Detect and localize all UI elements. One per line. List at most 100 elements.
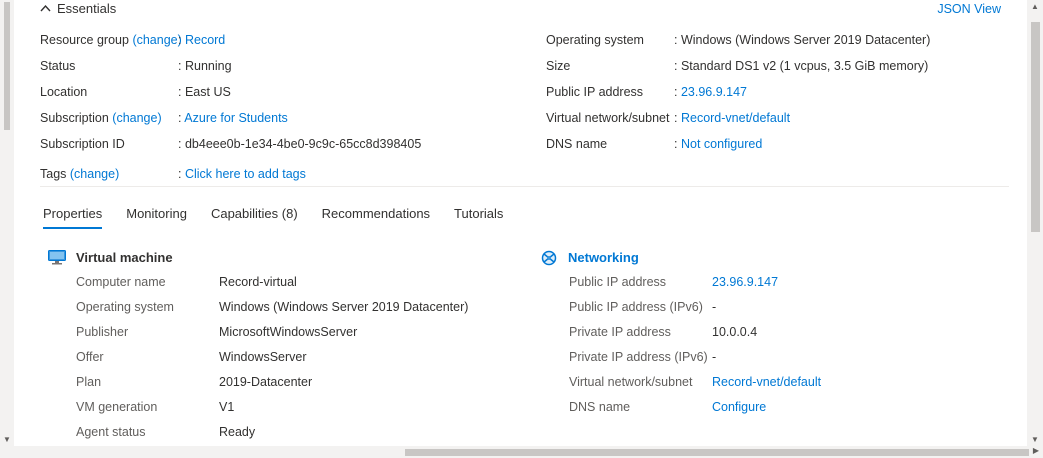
tab-bar: Properties Monitoring Capabilities (8) Reco… <box>43 206 503 229</box>
property-value: MicrosoftWindowsServer <box>219 325 358 339</box>
property-label: Public IP address (IPv6) <box>569 300 703 314</box>
change-link[interactable]: (change) <box>70 167 119 181</box>
essentials-label: Virtual network/subnet <box>546 111 670 125</box>
essentials-value: : 23.96.9.147 <box>674 79 747 105</box>
virtual-machine-section-header: Virtual machine <box>48 250 173 265</box>
essentials-value: : Not configured <box>674 131 762 157</box>
essentials-value-text[interactable]: Not configured <box>681 137 762 151</box>
essentials-label: Size <box>546 59 571 73</box>
left-scroll-gutter[interactable]: ▼ <box>0 0 14 446</box>
scroll-down-arrow-icon[interactable]: ▼ <box>1031 435 1039 444</box>
property-value[interactable]: 23.96.9.147 <box>712 270 778 295</box>
essentials-separator: : <box>674 85 678 99</box>
essentials-separator: : <box>178 59 182 73</box>
essentials-value-text[interactable]: Record-vnet/default <box>681 111 790 125</box>
property-value: WindowsServer <box>219 350 307 364</box>
essentials-separator: : <box>674 33 678 47</box>
essentials-value: : Windows (Windows Server 2019 Datacente… <box>674 27 930 53</box>
essentials-label-text: Location <box>40 85 88 99</box>
essentials-value-text: Windows (Windows Server 2019 Datacenter) <box>680 33 931 47</box>
networking-section-header[interactable]: Networking <box>540 250 639 266</box>
essentials-separator: : <box>674 137 678 151</box>
essentials-label: Subscription ID <box>40 131 125 157</box>
networking-title: Networking <box>568 250 639 265</box>
vertical-scrollbar[interactable]: ▲ ▼ <box>1027 0 1043 446</box>
essentials-separator: : <box>178 33 182 47</box>
essentials-label: Resource group (change) <box>40 27 182 53</box>
property-label: Public IP address <box>569 275 667 289</box>
property-label: VM generation <box>76 400 158 414</box>
tab-tutorials[interactable]: Tutorials <box>454 206 503 229</box>
essentials-label-text: Resource group <box>40 33 129 47</box>
horizontal-scroll-thumb[interactable] <box>405 449 1029 456</box>
property-label: Offer <box>76 350 104 364</box>
essentials-value-text[interactable]: Click here to add tags <box>185 167 306 181</box>
scroll-down-arrow-icon[interactable]: ▼ <box>3 435 11 444</box>
property-label: Computer name <box>76 275 166 289</box>
tab-monitoring[interactable]: Monitoring <box>126 206 187 229</box>
essentials-value: : Azure for Students <box>178 105 288 131</box>
essentials-label: DNS name <box>546 137 608 151</box>
left-scroll-thumb[interactable] <box>4 2 10 130</box>
essentials-value-text[interactable]: Azure for Students <box>184 111 288 125</box>
essentials-row: DNS name: Not configured <box>546 131 1006 157</box>
property-value: - <box>712 350 717 364</box>
property-label: Private IP address (IPv6) <box>569 350 708 364</box>
property-label: DNS name <box>569 400 631 414</box>
essentials-row: Resource group (change): Record <box>40 27 520 53</box>
horizontal-scrollbar[interactable]: ▶ <box>0 446 1043 458</box>
essentials-label-text: Status <box>40 59 76 73</box>
essentials-row: Subscription ID : db4eee0b-1e34-4be0-9c9c… <box>40 131 520 157</box>
chevron-up-icon <box>40 3 51 15</box>
tab-properties[interactable]: Properties <box>43 206 103 229</box>
essentials-label: Location <box>40 79 87 105</box>
property-value: 10.0.0.4 <box>712 325 758 339</box>
change-link[interactable]: (change) <box>112 111 161 125</box>
scroll-right-arrow-icon[interactable]: ▶ <box>1033 446 1039 455</box>
scroll-up-arrow-icon[interactable]: ▲ <box>1031 2 1039 11</box>
essentials-title: Essentials <box>57 1 117 16</box>
essentials-row: Tags (change) : Click here to add tags <box>40 161 520 187</box>
essentials-label-text: Subscription ID <box>40 137 125 151</box>
essentials-label-text: Subscription <box>40 111 109 125</box>
essentials-right-column: Operating system: Windows (Windows Serve… <box>546 27 1006 157</box>
property-label: Private IP address <box>569 325 671 339</box>
essentials-label: Operating system <box>546 33 644 47</box>
vertical-scroll-thumb[interactable] <box>1031 22 1040 232</box>
property-label: Operating system <box>76 300 174 314</box>
property-value: Windows (Windows Server 2019 Datacenter) <box>219 300 469 314</box>
essentials-value: : East US <box>178 79 231 105</box>
property-value: Record-virtual <box>219 275 297 289</box>
property-label: Virtual network/subnet <box>569 375 693 389</box>
property-value: V1 <box>219 400 235 414</box>
tab-recommendations[interactable]: Recommendations <box>322 206 430 229</box>
property-value: Ready <box>219 425 256 439</box>
essentials-value-text: db4eee0b-1e34-4be0-9c9c-65cc8d398405 <box>184 137 422 151</box>
property-value: - <box>712 300 717 314</box>
essentials-row: Public IP address: 23.96.9.147 <box>546 79 1006 105</box>
essentials-label: Subscription (change) <box>40 105 162 131</box>
json-view-link[interactable]: JSON View <box>937 2 1001 16</box>
essentials-row: Subscription (change): Azure for Student… <box>40 105 520 131</box>
property-value[interactable]: Configure <box>712 395 766 420</box>
essentials-separator: : <box>178 111 182 125</box>
essentials-separator: : <box>674 59 678 73</box>
essentials-value: : db4eee0b-1e34-4be0-9c9c-65cc8d398405 <box>178 131 421 157</box>
essentials-value-text[interactable]: Record <box>185 33 225 47</box>
property-value[interactable]: Record-vnet/default <box>712 370 821 395</box>
essentials-label: Status <box>40 53 75 79</box>
property-label: Agent status <box>76 425 146 439</box>
essentials-separator: : <box>178 85 182 99</box>
essentials-value-text[interactable]: 23.96.9.147 <box>681 85 747 99</box>
essentials-label-text: Tags <box>40 167 67 181</box>
tab-capabilities-8[interactable]: Capabilities (8) <box>211 206 298 229</box>
essentials-value: : Record <box>178 27 225 53</box>
essentials-toggle[interactable]: Essentials <box>40 1 116 16</box>
change-link[interactable]: (change) <box>132 33 181 47</box>
essentials-row: Virtual network/subnet: Record-vnet/defa… <box>546 105 1006 131</box>
essentials-label: Tags (change) <box>40 161 119 187</box>
essentials-value: : Click here to add tags <box>178 161 306 187</box>
virtual-machine-icon <box>48 250 66 265</box>
essentials-row: Location : East US <box>40 79 520 105</box>
property-label: Plan <box>76 375 102 389</box>
